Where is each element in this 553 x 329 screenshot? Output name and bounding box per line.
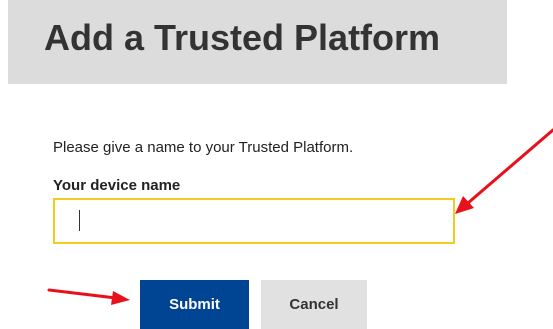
submit-button[interactable]: Submit [140, 280, 249, 329]
device-name-label: Your device name [53, 177, 181, 194]
instructions-text: Please give a name to your Trusted Platf… [53, 139, 354, 156]
text-cursor [79, 210, 80, 231]
device-name-input[interactable] [53, 198, 455, 244]
annotation-arrow-input [455, 128, 553, 214]
cancel-button[interactable]: Cancel [261, 280, 367, 329]
page-header: Add a Trusted Platform [8, 0, 507, 84]
page: Add a Trusted Platform Please give a nam… [0, 0, 553, 329]
annotation-arrow-submit [47, 288, 130, 305]
page-title: Add a Trusted Platform [44, 17, 441, 58]
